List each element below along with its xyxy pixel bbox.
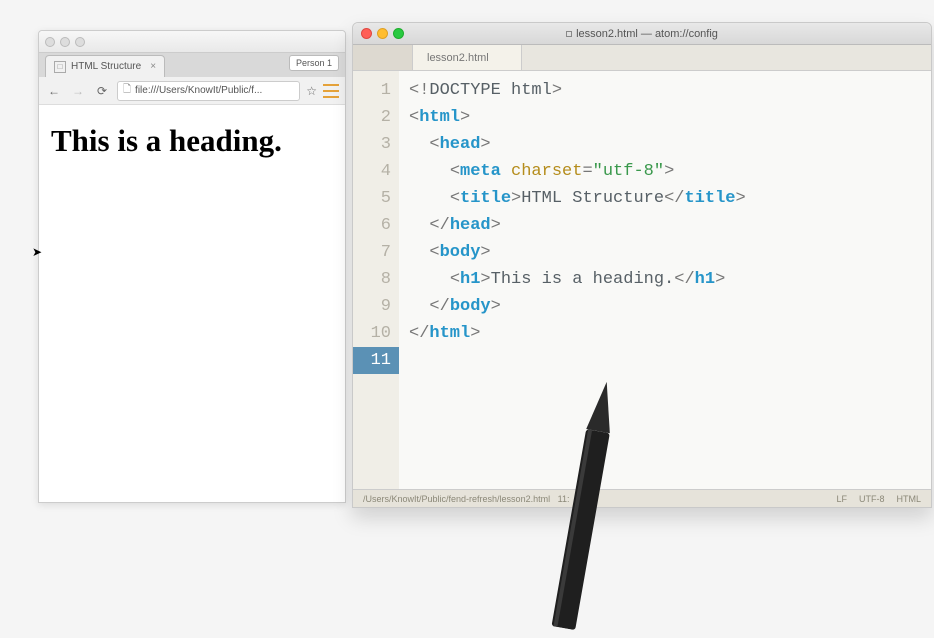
browser-tabbar: □ HTML Structure × Person 1: [39, 53, 345, 77]
line-number: 1: [353, 77, 391, 104]
minimize-icon[interactable]: [377, 28, 388, 39]
minimize-icon[interactable]: [60, 37, 70, 47]
browser-titlebar: [39, 31, 345, 53]
maximize-icon[interactable]: [393, 28, 404, 39]
page-content: This is a heading.: [39, 105, 345, 177]
back-button[interactable]: ←: [45, 82, 63, 100]
menu-icon[interactable]: [323, 84, 339, 98]
tab-title: HTML Structure: [71, 61, 141, 72]
browser-toolbar: ← → ⟳ 🗋 file:///Users/KnowIt/Public/f...…: [39, 77, 345, 105]
line-number: 3: [353, 131, 391, 158]
status-bar: /Users/KnowIt/Public/fend-refresh/lesson…: [353, 489, 931, 507]
page-icon: 🗋: [123, 82, 131, 99]
browser-window: □ HTML Structure × Person 1 ← → ⟳ 🗋 file…: [38, 30, 346, 503]
status-language[interactable]: HTML: [897, 494, 922, 504]
window-title: lesson2.html — atom://config: [566, 28, 718, 40]
line-number: 4: [353, 158, 391, 185]
tab-spacer: [353, 45, 413, 70]
url-text: file:///Users/KnowIt/Public/f...: [135, 85, 262, 96]
reload-button[interactable]: ⟳: [93, 82, 111, 100]
traffic-lights: [45, 37, 85, 47]
profile-button[interactable]: Person 1: [289, 55, 339, 71]
line-number: 7: [353, 239, 391, 266]
status-line-ending[interactable]: LF: [836, 494, 847, 504]
close-icon[interactable]: [361, 28, 372, 39]
line-number: 6: [353, 212, 391, 239]
page-heading: This is a heading.: [51, 123, 333, 159]
status-encoding[interactable]: UTF-8: [859, 494, 885, 504]
close-tab-icon[interactable]: ×: [150, 61, 156, 72]
line-number: 8: [353, 266, 391, 293]
browser-tab[interactable]: □ HTML Structure ×: [45, 55, 165, 77]
address-bar[interactable]: 🗋 file:///Users/KnowIt/Public/f...: [117, 81, 300, 101]
bookmark-star-icon[interactable]: ☆: [306, 84, 317, 98]
maximize-icon[interactable]: [75, 37, 85, 47]
editor-tab[interactable]: lesson2.html: [413, 45, 522, 70]
line-gutter: 1 2 3 4 5 6 7 8 9 10 11: [353, 71, 399, 489]
line-number: 2: [353, 104, 391, 131]
editor-body[interactable]: 1 2 3 4 5 6 7 8 9 10 11 <!DOCTYPE html> …: [353, 71, 931, 489]
line-number: 5: [353, 185, 391, 212]
line-number-active: 11: [353, 347, 399, 374]
close-icon[interactable]: [45, 37, 55, 47]
status-path: /Users/KnowIt/Public/fend-refresh/lesson…: [363, 494, 569, 504]
traffic-lights: [361, 28, 404, 39]
forward-button[interactable]: →: [69, 82, 87, 100]
line-number: 9: [353, 293, 391, 320]
file-icon: □: [54, 61, 66, 73]
mouse-cursor-icon: ➤: [32, 245, 42, 259]
editor-titlebar: lesson2.html — atom://config: [353, 23, 931, 45]
code-area[interactable]: <!DOCTYPE html> <html> <head> <meta char…: [399, 71, 931, 489]
file-icon: [566, 31, 572, 37]
editor-tabbar: lesson2.html: [353, 45, 931, 71]
editor-window: lesson2.html — atom://config lesson2.htm…: [352, 22, 932, 508]
line-number: 10: [353, 320, 391, 347]
